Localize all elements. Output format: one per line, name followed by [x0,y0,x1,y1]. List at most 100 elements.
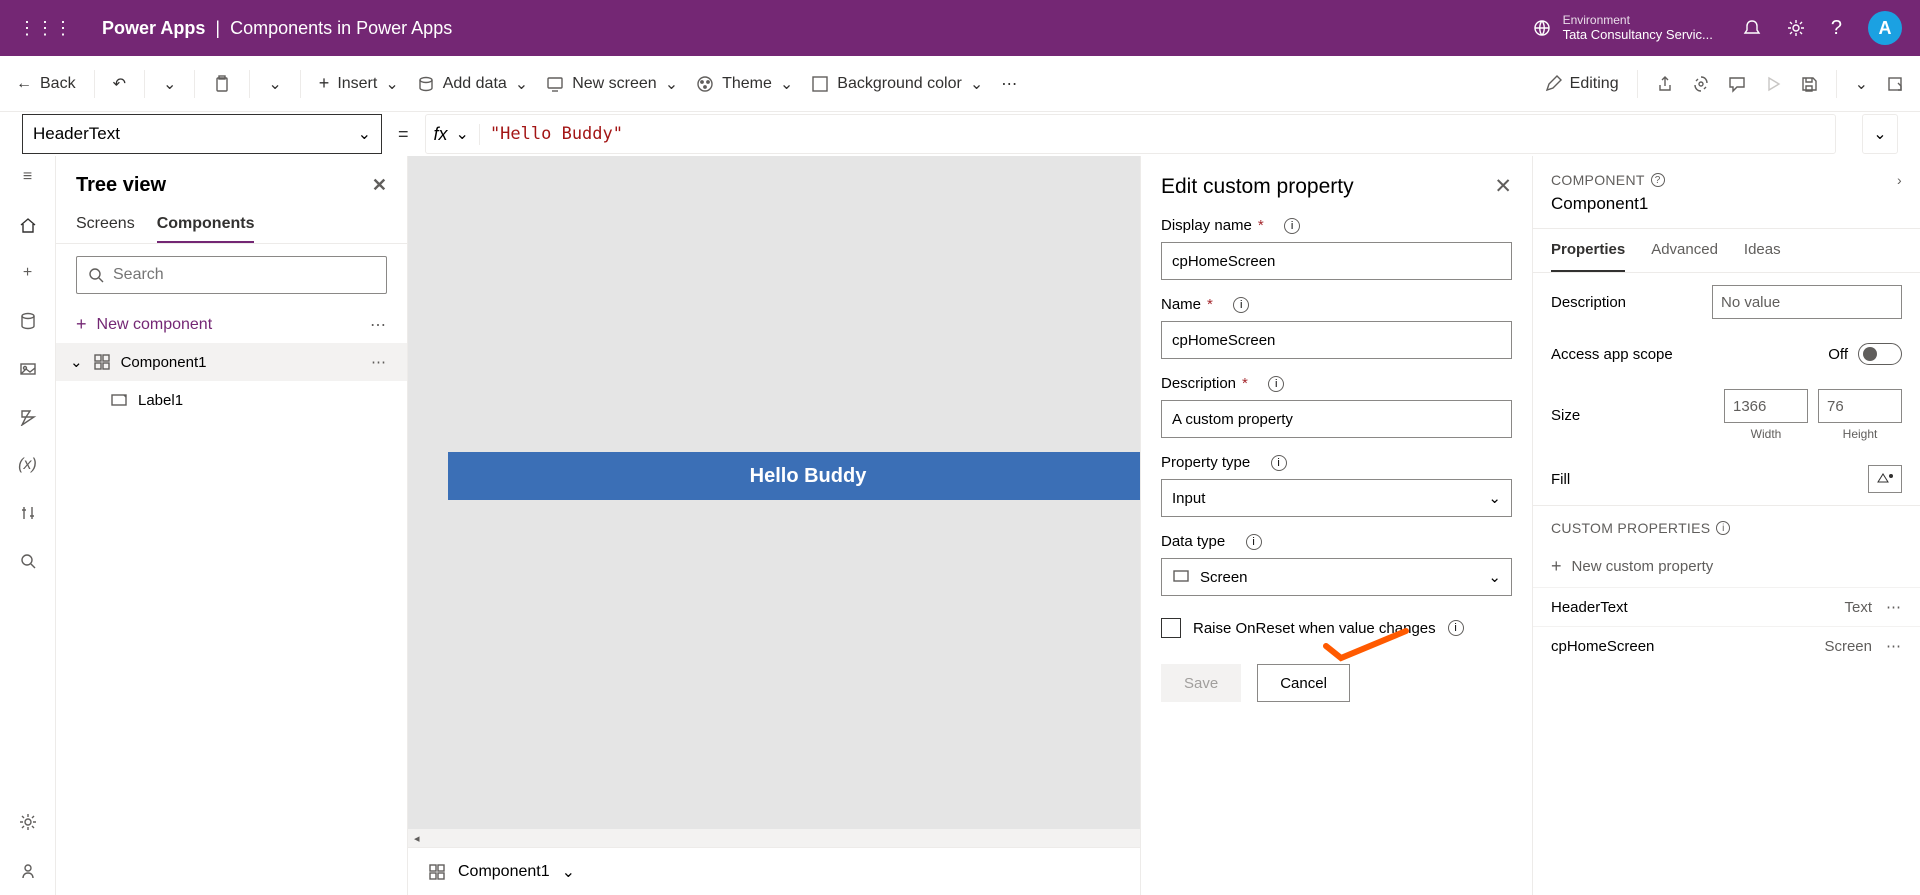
fx-dropdown[interactable]: ⌄ [456,124,469,144]
separator: | [215,18,220,38]
info-icon[interactable]: i [1246,534,1262,550]
background-color-button[interactable]: Background color⌄ [811,74,983,94]
custom-prop-headertext[interactable]: HeaderText Text [1533,587,1920,626]
formula-input[interactable]: fx⌄ "Hello Buddy" [425,114,1836,154]
tree-item-more[interactable] [371,353,387,371]
width-input[interactable] [1724,389,1808,423]
cancel-button[interactable]: Cancel [1257,664,1350,702]
access-scope-toggle[interactable] [1858,343,1902,365]
property-type-select[interactable]: Input⌄ [1161,479,1512,517]
custom-prop-type: Screen [1824,638,1872,655]
breadcrumb-item[interactable]: Component1 [458,863,550,881]
info-icon[interactable]: i [1271,455,1287,471]
chevron-down-icon[interactable]: ⌄ [358,124,371,144]
new-component-more[interactable] [370,315,387,335]
equals: = [398,124,409,145]
tree-item-label: Component1 [121,354,207,371]
paste-button[interactable] [213,75,231,93]
share-icon[interactable] [1656,75,1674,93]
data-type-select[interactable]: Screen⌄ [1161,558,1512,596]
fill-swatch[interactable] [1868,465,1902,493]
help-icon[interactable]: ? [1831,17,1842,40]
property-selector[interactable]: ⌄ [22,114,382,154]
editing-button[interactable]: Editing [1544,75,1619,93]
display-name-input[interactable] [1161,242,1512,280]
screen-type-icon [1172,568,1190,586]
power-automate-icon[interactable] [17,406,39,428]
publish-icon[interactable] [1886,75,1904,93]
description-input[interactable] [1161,400,1512,438]
name-input[interactable] [1161,321,1512,359]
close-tree-icon[interactable]: ✕ [372,175,387,196]
formula-value[interactable]: "Hello Buddy" [480,124,623,144]
info-icon[interactable]: ? [1651,173,1665,187]
tools-icon[interactable] [17,502,39,524]
gear-icon[interactable] [1787,19,1805,37]
search-rail-icon[interactable] [17,550,39,572]
data-icon[interactable] [17,310,39,332]
breadcrumb-dropdown[interactable]: ⌄ [562,862,575,882]
chevron-down-icon: ⌄ [1488,489,1501,507]
chevron-down-icon[interactable]: ⌄ [70,353,83,371]
tab-ideas[interactable]: Ideas [1744,229,1781,272]
media-icon[interactable] [17,358,39,380]
settings-rail-icon[interactable] [17,811,39,833]
tab-advanced[interactable]: Advanced [1651,229,1718,272]
info-icon[interactable]: i [1268,376,1284,392]
tree-search[interactable] [76,256,387,294]
save-dropdown[interactable]: ⌄ [1855,74,1868,94]
save-button: Save [1161,664,1241,702]
hamburger-icon[interactable]: ≡ [17,166,39,188]
insert-icon[interactable]: + [17,262,39,284]
component-preview[interactable]: Hello Buddy [448,452,1140,500]
property-selector-input[interactable] [33,124,358,144]
raise-onreset-checkbox[interactable] [1161,618,1181,638]
name-label: Name [1161,296,1201,313]
play-icon[interactable] [1764,75,1782,93]
custom-prop-cphomescreen[interactable]: cpHomeScreen Screen [1533,626,1920,665]
height-input[interactable] [1818,389,1902,423]
more-button[interactable] [1001,74,1018,94]
new-screen-button[interactable]: New screen⌄ [546,74,678,94]
add-data-button[interactable]: Add data⌄ [417,74,528,94]
custom-prop-more[interactable] [1886,598,1902,616]
tab-components[interactable]: Components [157,207,255,243]
variables-icon[interactable]: (x) [17,454,39,476]
expand-prop-panel[interactable]: › [1897,172,1902,188]
custom-prop-more[interactable] [1886,637,1902,655]
waffle-icon[interactable]: ⋮⋮⋮ [18,18,72,39]
canvas[interactable]: Hello Buddy [408,156,1140,847]
undo-button[interactable]: ↶ [113,74,126,94]
tree-view-title: Tree view [76,174,166,197]
insert-button[interactable]: +Insert⌄ [319,73,399,94]
horizontal-scrollbar[interactable] [408,829,1140,847]
access-scope-label: Access app scope [1551,346,1673,363]
tree-leaf-label1[interactable]: Label1 [56,381,407,419]
comment-icon[interactable] [1728,75,1746,93]
avatar[interactable]: A [1868,11,1902,45]
tree-search-input[interactable] [113,266,376,284]
environment-picker[interactable]: Environment Tata Consultancy Servic... [1563,13,1713,43]
tree-view-icon[interactable] [17,214,39,236]
expand-formula-bar[interactable]: ⌄ [1862,114,1898,154]
new-custom-property-button[interactable]: +New custom property [1533,546,1920,587]
undo-dropdown[interactable]: ⌄ [163,74,176,94]
info-icon[interactable]: i [1233,297,1249,313]
prop-description-input[interactable]: No value [1712,285,1902,319]
save-icon[interactable] [1800,75,1818,93]
info-icon[interactable]: i [1448,620,1464,636]
tab-properties[interactable]: Properties [1551,229,1625,272]
info-icon[interactable]: i [1284,218,1300,234]
info-icon[interactable]: i [1716,521,1730,535]
tab-screens[interactable]: Screens [76,207,135,243]
label-icon [110,391,128,409]
paste-dropdown[interactable]: ⌄ [268,74,281,94]
back-button[interactable]: ←Back [16,75,76,93]
tree-item-component1[interactable]: ⌄ Component1 [56,343,407,381]
checker-icon[interactable] [1692,75,1710,93]
close-edit-panel[interactable]: ✕ [1494,174,1512,199]
virtual-agent-icon[interactable] [17,859,39,881]
new-component-button[interactable]: +New component [56,306,407,343]
theme-button[interactable]: Theme⌄ [696,74,793,94]
bell-icon[interactable] [1743,19,1761,37]
